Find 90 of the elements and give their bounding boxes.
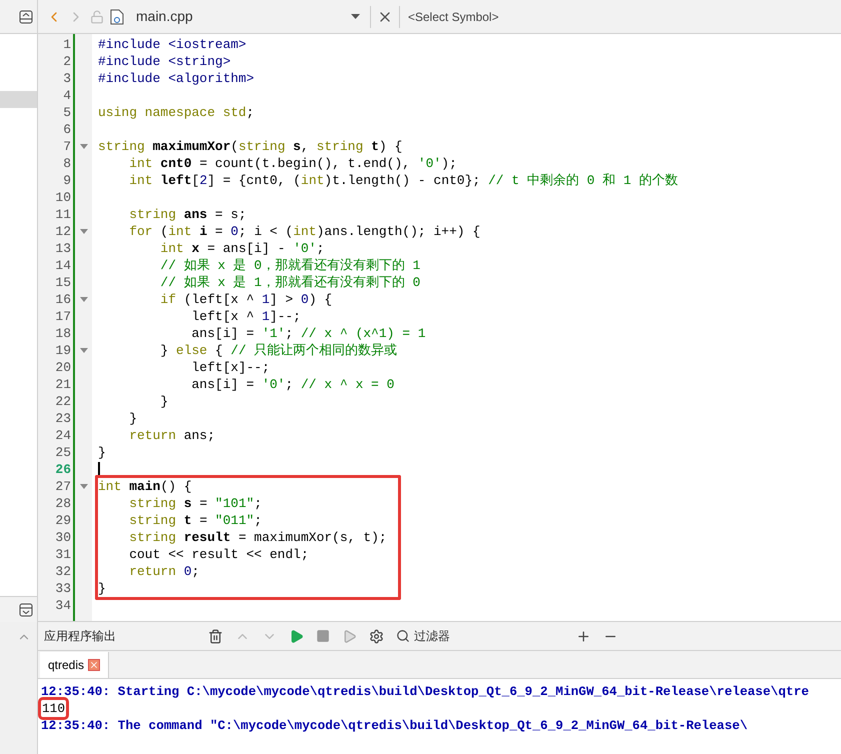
code-line: string t = "011";: [95, 512, 401, 529]
code-line: string result = maximumXor(s, t);: [95, 529, 401, 546]
settings-icon[interactable]: [369, 628, 384, 644]
line-number: 7: [62, 138, 72, 155]
line-number: 8: [62, 155, 72, 172]
output-line: 12:35:40: The command "C:\mycode\mycode\qtredis\build\Desktop_Qt_6_9_2_MinGW_64_bit-Release\: [41, 717, 748, 734]
line-number: 29: [54, 512, 72, 529]
line-number: 34: [54, 597, 72, 614]
code-line: int x = ans[i] - '0';: [159, 240, 326, 257]
code-line: return 0;: [95, 563, 401, 580]
code-line: } else { // 只能让两个相同的数异或: [159, 342, 398, 359]
line-number: 22: [54, 393, 72, 410]
code-line: string maximumXor(string s, string t) {: [98, 138, 404, 155]
line-number: 12: [54, 223, 72, 240]
line-number: 23: [54, 410, 72, 427]
code-line: string ans = s;: [128, 206, 248, 223]
run-icon[interactable]: [289, 628, 304, 644]
code-line: #include <iostream>: [98, 36, 248, 53]
code-line: int cnt0 = count(t.begin(), t.end(), '0');: [128, 155, 458, 172]
code-line: int left[2] = {cnt0, (int)t.length() - cnt0}; // t 中剩余的 0 和 1 的个数: [128, 172, 679, 189]
code-line: ans[i] = '1'; // x ^ (x^1) = 1: [190, 325, 427, 342]
code-line: #include <algorithm>: [98, 70, 256, 87]
code-line: }: [95, 580, 401, 600]
search-icon: [396, 629, 410, 643]
code-line: using namespace std;: [98, 104, 256, 121]
filter-field[interactable]: 过滤器: [396, 627, 564, 645]
panel-icon[interactable]: [19, 10, 33, 24]
line-number: 1: [62, 36, 72, 53]
fold-icon[interactable]: [80, 297, 88, 302]
code-line: left[x]--;: [190, 359, 271, 376]
text-cursor: [98, 462, 100, 477]
line-number: 6: [62, 121, 72, 138]
fold-icon[interactable]: [80, 348, 88, 353]
line-number: 26: [54, 461, 72, 478]
code-line: for (int i = 0; i < (int)ans.length(); i++) {: [128, 223, 482, 240]
code-line: cout << result << endl;: [95, 546, 401, 563]
fold-icon[interactable]: [80, 484, 88, 489]
panel-icon[interactable]: [19, 602, 33, 616]
file-selector[interactable]: main.cpp: [130, 6, 364, 27]
line-number: 24: [54, 427, 72, 444]
code-line: left[x ^ 1]--;: [190, 308, 302, 325]
line-number: 31: [54, 546, 72, 563]
code-line: int main() {: [95, 475, 401, 495]
pane-title: 应用程序输出: [44, 628, 117, 645]
line-number: 17: [54, 308, 72, 325]
fold-icon[interactable]: [80, 229, 88, 234]
file-icon: [110, 8, 124, 24]
line-number: 21: [54, 376, 72, 393]
code-line: }: [128, 410, 138, 427]
code-line: string s = "101";: [95, 495, 401, 512]
code-line: if (left[x ^ 1] > 0) {: [159, 291, 334, 308]
line-number: 30: [54, 529, 72, 546]
line-number: 18: [54, 325, 72, 342]
code-line: #include <string>: [98, 53, 232, 70]
line-number: 11: [54, 206, 72, 223]
output-tab[interactable]: qtredis: [40, 652, 110, 678]
code-line: ans[i] = '0'; // x ^ x = 0: [190, 376, 396, 393]
line-number: 28: [54, 495, 72, 512]
line-number: 27: [54, 478, 72, 495]
line-number: 33: [54, 580, 72, 597]
code-line: // 如果 x 是 0，那就看还有没有剩下的 1: [159, 257, 422, 274]
add-icon[interactable]: [576, 628, 591, 644]
line-number: 9: [62, 172, 72, 189]
stop-icon[interactable]: [316, 629, 330, 643]
line-number: 19: [54, 342, 72, 359]
output-line: 110: [41, 700, 66, 717]
line-number: 2: [62, 53, 72, 70]
code-line: return ans;: [128, 427, 216, 444]
line-number: 14: [54, 257, 72, 274]
code-line: }: [159, 393, 170, 410]
line-number: 20: [54, 359, 72, 376]
output-line: 12:35:40: Starting C:\mycode\mycode\qtredis\build\Desktop_Qt_6_9_2_MinGW_64_bit-Release\release\qtre: [41, 683, 809, 700]
fold-icon[interactable]: [80, 144, 88, 149]
dropdown-icon: [351, 14, 360, 19]
line-number: 4: [62, 87, 72, 104]
debug-run-icon[interactable]: [342, 628, 357, 644]
code-line: }: [98, 444, 107, 461]
line-number: 25: [54, 444, 72, 461]
line-number: 13: [54, 240, 72, 257]
symbol-selector[interactable]: <Select Symbol>: [406, 8, 499, 26]
line-number: 10: [54, 189, 72, 206]
close-icon[interactable]: [88, 659, 100, 671]
line-number: 15: [54, 274, 72, 291]
lock-icon[interactable]: [90, 10, 104, 24]
line-number: 16: [54, 291, 72, 308]
line-number: 32: [54, 563, 72, 580]
code-line: // 如果 x 是 1，那就看还有没有剩下的 0: [159, 274, 422, 291]
trash-icon[interactable]: [208, 628, 223, 644]
line-number: 5: [62, 104, 72, 121]
line-number: 3: [62, 70, 72, 87]
